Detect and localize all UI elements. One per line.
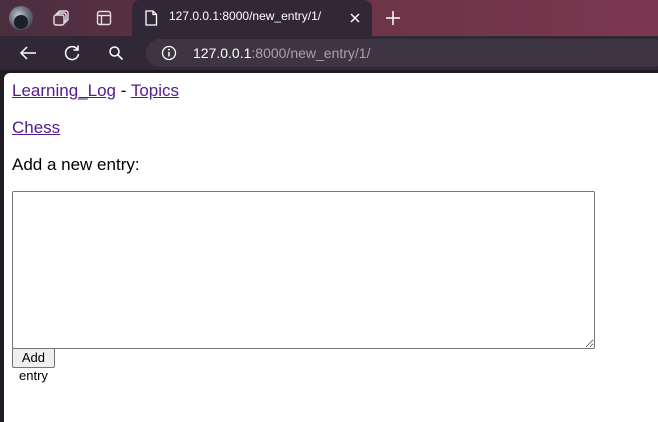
info-icon[interactable] <box>161 45 177 61</box>
entry-text-field[interactable] <box>12 191 595 349</box>
plus-icon[interactable] <box>381 6 405 30</box>
reload-icon[interactable] <box>60 41 84 65</box>
browser-toolbar: 127.0.0.1:8000/new_entry/1/ <box>0 36 658 70</box>
url-text: 127.0.0.1:8000/new_entry/1/ <box>193 45 370 61</box>
tab-strip: 127.0.0.1:8000/new_entry/1/ <box>0 0 658 36</box>
close-icon[interactable] <box>347 10 363 26</box>
url-path: :8000/new_entry/1/ <box>251 45 371 61</box>
home-link[interactable]: Learning_Log <box>12 81 116 100</box>
tab-title: 127.0.0.1:8000/new_entry/1/ <box>169 9 322 23</box>
address-bar[interactable]: 127.0.0.1:8000/new_entry/1/ <box>146 39 658 67</box>
back-arrow-icon[interactable] <box>16 41 40 65</box>
topic-title: Chess <box>12 118 60 138</box>
topics-link[interactable]: Topics <box>131 81 179 100</box>
form-heading: Add a new entry: <box>12 155 140 174</box>
topic-link[interactable]: Chess <box>12 118 60 137</box>
search-icon[interactable] <box>104 41 128 65</box>
workspaces-icon[interactable] <box>50 6 74 30</box>
site-nav: Learning_Log - Topics <box>12 81 179 101</box>
active-tab[interactable]: 127.0.0.1:8000/new_entry/1/ <box>132 0 372 36</box>
add-entry-button[interactable]: Add entry <box>12 348 55 383</box>
page-viewport: Learning_Log - Topics Chess Add a new en… <box>4 73 658 422</box>
tab-actions-icon[interactable] <box>92 6 116 30</box>
url-host: 127.0.0.1 <box>193 45 252 61</box>
nav-separator: - <box>120 81 127 100</box>
page-icon <box>144 10 158 26</box>
avatar[interactable] <box>9 6 33 30</box>
